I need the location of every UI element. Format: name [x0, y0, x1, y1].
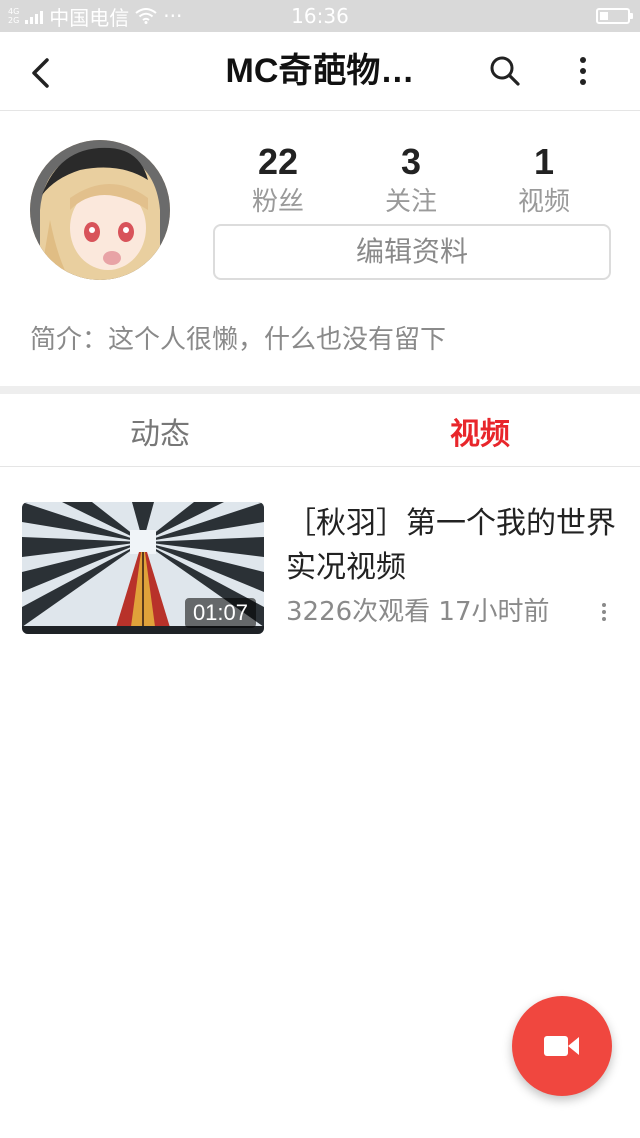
video-thumbnail[interactable]: 01:07 [22, 502, 264, 634]
more-vertical-icon [580, 57, 586, 85]
avatar[interactable] [30, 140, 170, 280]
avatar-illustration [30, 140, 170, 280]
content-tabs: 动态 视频 [0, 394, 640, 467]
tab-video[interactable]: 视频 [320, 394, 640, 466]
app-header: MC奇葩物… [0, 32, 640, 111]
stat-videos[interactable]: 1 视频 [478, 140, 610, 220]
status-time: 16:36 [291, 4, 349, 28]
back-arrow-icon [32, 58, 49, 88]
back-button[interactable] [18, 50, 64, 96]
search-icon [490, 56, 520, 86]
stat-fans[interactable]: 22 粉丝 [212, 140, 344, 220]
edit-profile-button[interactable]: 编辑资料 [213, 224, 611, 280]
stat-fans-label: 粉丝 [251, 187, 304, 217]
video-duration: 01:07 [184, 598, 256, 628]
record-video-fab[interactable] [512, 996, 612, 1096]
profile-stats: 22 粉丝 3 关注 1 视频 [212, 140, 610, 220]
stat-fans-value: 22 [257, 141, 299, 182]
video-list-item[interactable]: 01:07 ［秋羽］第一个我的世界实况视频 3226次观看 17小时前 [0, 500, 640, 636]
page-title: MC奇葩物… [225, 52, 415, 90]
tab-dynamic[interactable]: 动态 [0, 394, 320, 466]
stat-following[interactable]: 3 关注 [345, 140, 477, 220]
section-divider [0, 386, 640, 394]
video-title[interactable]: ［秋羽］第一个我的世界实况视频 [286, 502, 626, 590]
status-bar: 4G 2G 中国电信 ··· 16:36 [0, 0, 640, 32]
stat-following-value: 3 [400, 141, 422, 182]
stat-following-label: 关注 [384, 187, 437, 217]
stat-videos-value: 1 [533, 141, 555, 182]
search-button[interactable] [482, 48, 528, 94]
video-camera-icon [544, 1036, 579, 1056]
battery-icon [596, 8, 633, 24]
video-more-button[interactable] [592, 596, 616, 628]
video-meta: 3226次观看 17小时前 [286, 597, 550, 627]
profile-bio: 简介：这个人很懒，什么也没有留下 [30, 325, 447, 355]
more-vertical-icon [602, 603, 606, 621]
stat-videos-label: 视频 [517, 187, 570, 217]
more-options-button[interactable] [560, 48, 606, 94]
